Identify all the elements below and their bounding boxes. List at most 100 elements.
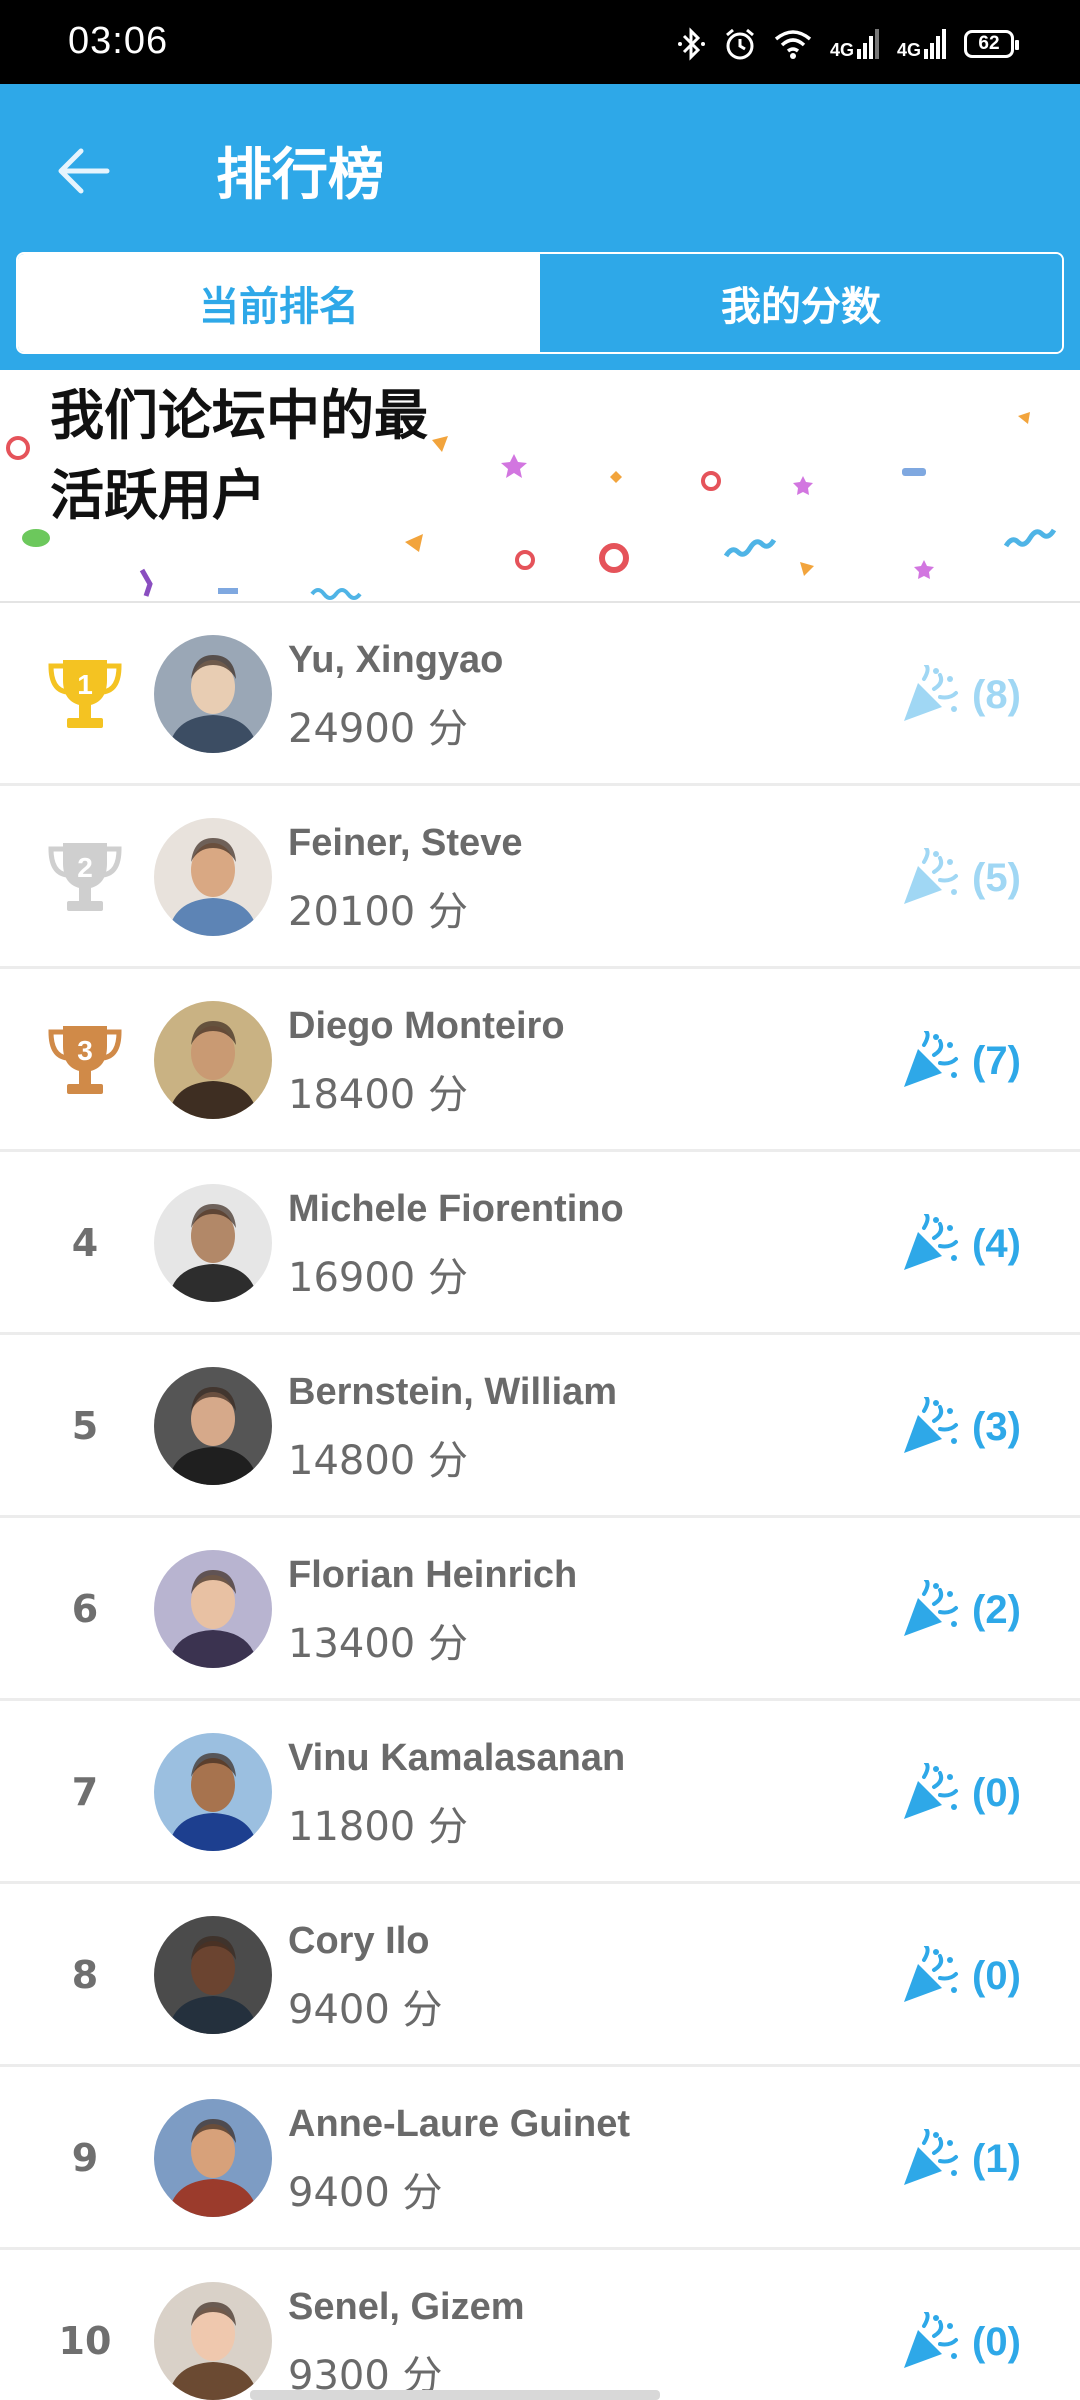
user-name[interactable]: Bernstein, William	[288, 1371, 617, 1414]
party-popper-icon	[904, 665, 958, 721]
tab-bar: 当前排名 我的分数	[16, 252, 1064, 354]
leaderboard-row[interactable]: 5 Bernstein, William 14800 分 (3)	[0, 1335, 1080, 1518]
avatar[interactable]	[154, 1184, 272, 1302]
avatar[interactable]	[154, 1001, 272, 1119]
cheer-button[interactable]: (5)	[900, 846, 1060, 910]
arrow-left-icon	[58, 148, 110, 194]
cheer-count: (1)	[972, 2136, 1021, 2181]
party-popper-icon	[904, 1214, 958, 1270]
party-popper-icon	[904, 1580, 958, 1636]
user-points: 9400 分	[288, 1987, 443, 2033]
status-bar: 03:06 4G 4G 62	[0, 0, 1080, 84]
cheer-count: (0)	[972, 2319, 1021, 2364]
avatar[interactable]	[154, 1916, 272, 2034]
cheer-button[interactable]: (0)	[900, 1944, 1060, 2008]
rank-number: 9	[71, 2136, 99, 2180]
avatar[interactable]	[154, 1550, 272, 1668]
avatar[interactable]	[154, 818, 272, 936]
leaderboard-row[interactable]: 6 Florian Heinrich 13400 分 (2)	[0, 1518, 1080, 1701]
avatar[interactable]	[154, 635, 272, 753]
party-popper-icon	[904, 848, 958, 904]
cheer-button[interactable]: (7)	[900, 1029, 1060, 1093]
rank-number: 3	[77, 1035, 93, 1066]
rank-number: 10	[58, 2319, 112, 2363]
page-title: 排行榜	[216, 143, 384, 208]
user-points: 24900 分	[288, 706, 468, 752]
user-points: 11800 分	[288, 1804, 468, 1850]
leaderboard-row[interactable]: 3 Diego Monteiro 18400 分 (7)	[0, 969, 1080, 1152]
leaderboard-row[interactable]: 10 Senel, Gizem 9300 分 (0)	[0, 2250, 1080, 2400]
user-name[interactable]: Diego Monteiro	[288, 1005, 565, 1048]
banner-title: 我们论坛中的最活跃用户	[50, 384, 428, 527]
avatar[interactable]	[154, 1733, 272, 1851]
leaderboard-row[interactable]: 8 Cory Ilo 9400 分 (0)	[0, 1884, 1080, 2067]
user-name[interactable]: Cory Ilo	[288, 1920, 429, 1963]
status-time: 03:06	[68, 20, 169, 62]
cheer-count: (5)	[972, 855, 1021, 900]
trophy-icon: 3	[40, 1020, 130, 1100]
cheer-count: (0)	[972, 1953, 1021, 1998]
leaderboard-row[interactable]: 2 Feiner, Steve 20100 分 (5)	[0, 786, 1080, 969]
user-name[interactable]: Vinu Kamalasanan	[288, 1737, 625, 1780]
party-popper-icon	[904, 1946, 958, 2002]
party-popper-icon	[904, 1031, 958, 1087]
leaderboard-row[interactable]: 4 Michele Fiorentino 16900 分 (4)	[0, 1152, 1080, 1335]
cheer-button[interactable]: (2)	[900, 1578, 1060, 1642]
party-popper-icon	[904, 1397, 958, 1453]
back-button[interactable]	[40, 128, 126, 214]
scroll-indicator	[250, 2390, 660, 2400]
cheer-button[interactable]: (1)	[900, 2127, 1060, 2191]
avatar[interactable]	[154, 1367, 272, 1485]
cheer-button[interactable]: (0)	[900, 2310, 1060, 2374]
network-type: 4G	[896, 40, 921, 60]
cheer-count: (2)	[972, 1587, 1021, 1632]
cheer-count: (3)	[972, 1404, 1021, 1449]
cheer-count: (8)	[972, 672, 1021, 717]
leaderboard-list: 1 Yu, Xingyao 24900 分 (8) 2 Feiner, Steve 2010…	[0, 603, 1080, 2400]
cheer-count: (7)	[972, 1038, 1021, 1083]
rank-number: 4	[71, 1221, 99, 1265]
trophy-icon: 2	[40, 837, 130, 917]
cheer-button[interactable]: (0)	[900, 1761, 1060, 1825]
cheer-button[interactable]: (3)	[900, 1395, 1060, 1459]
user-points: 9400 分	[288, 2170, 443, 2216]
user-points: 14800 分	[288, 1438, 468, 1484]
user-name[interactable]: Anne-Laure Guinet	[288, 2103, 630, 2146]
rank-number: 7	[71, 1770, 99, 1814]
network-type: 4G	[829, 40, 854, 60]
user-points: 20100 分	[288, 889, 468, 935]
leaderboard-row[interactable]: 1 Yu, Xingyao 24900 分 (8)	[0, 603, 1080, 786]
tab-current-ranking[interactable]: 当前排名	[18, 254, 540, 352]
user-name[interactable]: Yu, Xingyao	[288, 639, 503, 682]
leaderboard-row[interactable]: 7 Vinu Kamalasanan 11800 分 (0)	[0, 1701, 1080, 1884]
user-name[interactable]: Florian Heinrich	[288, 1554, 577, 1597]
wifi-icon	[774, 30, 812, 59]
rank-number: 2	[77, 852, 93, 883]
rank-number: 8	[71, 1953, 99, 1997]
leaderboard-banner: 我们论坛中的最活跃用户	[0, 370, 1080, 603]
tab-my-score[interactable]: 我的分数	[540, 254, 1062, 352]
cheer-button[interactable]: (4)	[900, 1212, 1060, 1276]
cheer-count: (4)	[972, 1221, 1021, 1266]
rank-number: 6	[71, 1587, 99, 1631]
avatar[interactable]	[154, 2099, 272, 2217]
cheer-count: (0)	[972, 1770, 1021, 1815]
party-popper-icon	[904, 2129, 958, 2185]
avatar[interactable]	[154, 2282, 272, 2400]
trophy-icon: 1	[40, 654, 130, 734]
user-name[interactable]: Michele Fiorentino	[288, 1188, 624, 1231]
user-name[interactable]: Feiner, Steve	[288, 822, 522, 865]
party-popper-icon	[904, 2312, 958, 2368]
battery-icon: 62	[964, 30, 1019, 58]
user-points: 16900 分	[288, 1255, 468, 1301]
app-bar: 排行榜 当前排名 我的分数	[0, 84, 1080, 370]
user-points: 18400 分	[288, 1072, 468, 1118]
user-points: 13400 分	[288, 1621, 468, 1667]
signal-icon: 4G	[830, 29, 879, 59]
user-name[interactable]: Senel, Gizem	[288, 2286, 525, 2329]
party-popper-icon	[904, 1763, 958, 1819]
rank-number: 5	[71, 1404, 99, 1448]
leaderboard-row[interactable]: 9 Anne-Laure Guinet 9400 分 (1)	[0, 2067, 1080, 2250]
alarm-icon	[726, 28, 754, 60]
cheer-button[interactable]: (8)	[900, 663, 1060, 727]
